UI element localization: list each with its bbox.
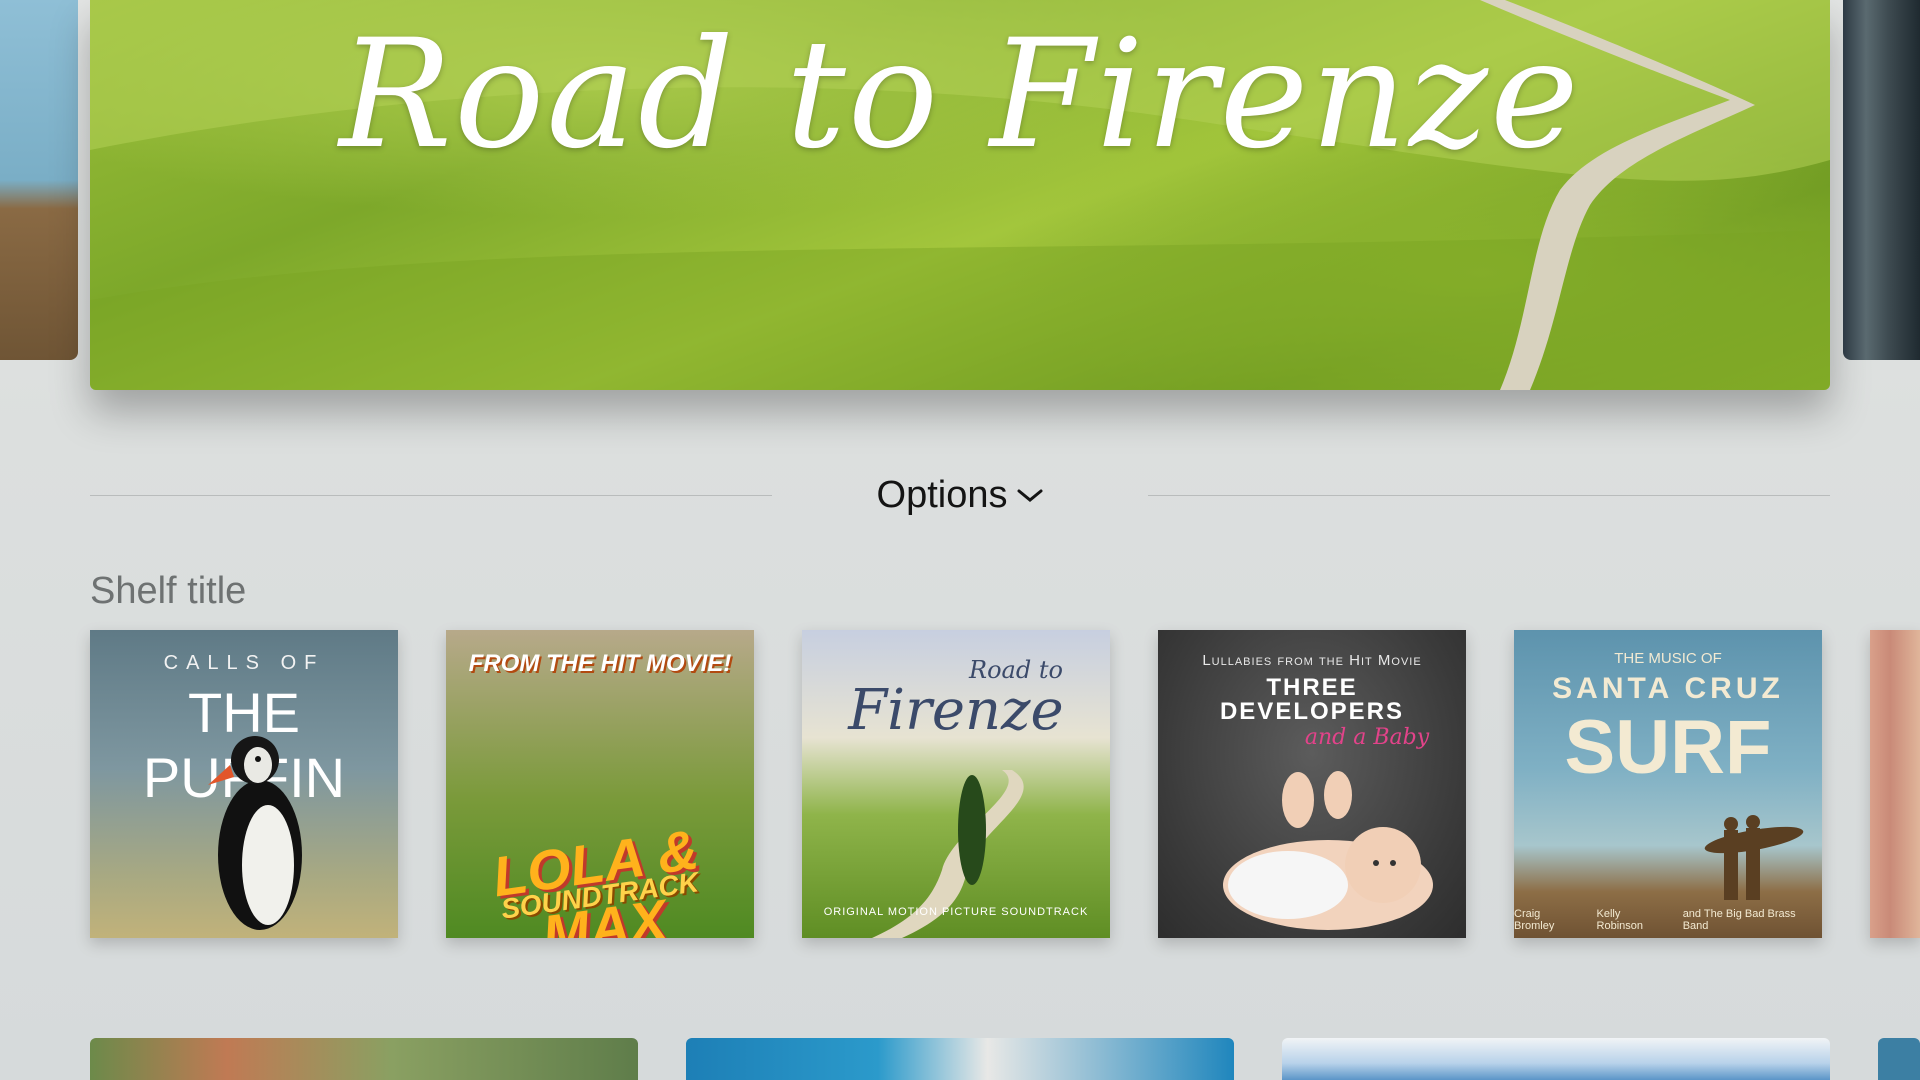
poster-text: SANTA CRUZ	[1552, 672, 1784, 705]
puffin-illustration	[208, 736, 302, 930]
poster-text: SURF	[1564, 705, 1772, 790]
poster-text: Kelly Robinson	[1596, 908, 1644, 932]
card-next-partial[interactable]	[1878, 1038, 1920, 1080]
card-cliff-sea[interactable]	[686, 1038, 1234, 1080]
poster-next-partial[interactable]	[1870, 630, 1920, 938]
poster-text: and a Baby	[1304, 725, 1430, 750]
card-sky-clouds[interactable]	[1282, 1038, 1830, 1080]
credits-row: Craig Bromley Kelly Robinson and The Big…	[1514, 908, 1822, 932]
divider-right	[1148, 495, 1830, 496]
poster-text: THE MUSIC OF	[1614, 650, 1722, 667]
divider-left	[90, 495, 772, 496]
card-coastal-village[interactable]	[90, 1038, 638, 1080]
poster-text: Lullabies from the Hit Movie	[1202, 652, 1422, 669]
poster-text: Firenze	[848, 678, 1064, 743]
poster-three-developers[interactable]: Lullabies from the Hit Movie THREE DEVEL…	[1158, 630, 1466, 938]
poster-text: DEVELOPERS	[1219, 698, 1405, 725]
shelf-title: Shelf title	[90, 570, 247, 612]
options-label: Options	[876, 473, 1008, 516]
hero-banner[interactable]: Road to Firenze	[90, 0, 1830, 390]
poster-text: FROM THE HIT MOVIE!	[468, 650, 732, 677]
poster-lola-and-max[interactable]: FROM THE HIT MOVIE! LOLA & MAX SOUNDTRAC…	[446, 630, 754, 938]
poster-santa-cruz-surf[interactable]: THE MUSIC OF SANTA CRUZ SURF Craig Broml…	[1514, 630, 1822, 938]
poster-road-to-firenze[interactable]: Road to Firenze ORIGINAL MOTION PICTURE …	[802, 630, 1110, 938]
poster-text: Craig Bromley	[1514, 908, 1555, 932]
poster-text: and The Big Bad Brass Band	[1682, 908, 1796, 932]
options-button[interactable]: Options	[830, 470, 1090, 520]
baby-illustration	[1223, 771, 1433, 930]
surfers-silhouette	[1704, 815, 1804, 900]
hero-previous-item[interactable]	[0, 0, 78, 360]
poster-text: CALLS OF	[163, 652, 325, 674]
hero-next-item[interactable]	[1843, 0, 1920, 360]
hero-title: Road to Firenze	[339, 8, 1581, 182]
poster-text: ORIGINAL MOTION PICTURE SOUNDTRACK	[823, 906, 1089, 918]
chevron-down-icon	[1017, 489, 1043, 502]
poster-calls-of-the-puffin[interactable]: CALLS OF THE PUFFIN	[90, 630, 398, 938]
